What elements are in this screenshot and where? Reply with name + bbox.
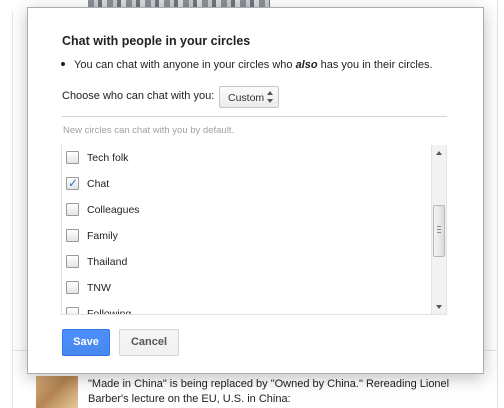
circle-checkbox[interactable] — [66, 307, 79, 314]
circles-scrollbar[interactable] — [431, 145, 446, 314]
grip-icon — [437, 226, 441, 234]
circle-label: Following — [87, 308, 132, 315]
save-button[interactable]: Save — [62, 329, 110, 356]
circle-checkbox[interactable] — [66, 229, 79, 242]
post-text: "Made in China" is being replaced by "Ow… — [88, 378, 450, 405]
avatar[interactable] — [36, 376, 78, 408]
bullet-text-start: You can chat with anyone in your circles… — [74, 59, 296, 71]
circle-label: Colleagues — [87, 204, 140, 216]
dialog-title: Chat with people in your circles — [62, 34, 251, 48]
circle-checkbox[interactable] — [66, 281, 79, 294]
scroll-down-icon[interactable] — [436, 305, 442, 309]
bullet-text-emphasis: also — [295, 59, 318, 71]
cancel-button[interactable]: Cancel — [119, 329, 179, 356]
info-bullet: You can chat with anyone in your circles… — [61, 59, 471, 71]
select-arrows-icon — [267, 91, 273, 103]
default-hint: New circles can chat with you by default… — [63, 125, 235, 136]
chat-permission-select-value: Custom — [228, 92, 265, 104]
chat-permission-label: Choose who can chat with you: — [62, 90, 215, 102]
circle-checkbox[interactable] — [66, 203, 79, 216]
circle-label: Chat — [87, 178, 110, 190]
circle-checkbox[interactable] — [66, 151, 79, 164]
chat-permission-select[interactable]: Custom — [219, 86, 279, 108]
bullet-text-end: has you in their circles. — [317, 59, 433, 71]
circle-label: TNW — [87, 282, 111, 294]
circle-checkbox[interactable] — [66, 255, 79, 268]
chat-settings-dialog: Chat with people in your circles You can… — [27, 7, 484, 374]
circle-checkbox-checked[interactable]: ✓ — [66, 176, 79, 190]
circle-label: Family — [87, 230, 118, 242]
background-divider-left — [12, 12, 13, 408]
scrollbar-thumb[interactable] — [433, 205, 445, 257]
checkmark-icon: ✓ — [68, 176, 79, 190]
background-divider-right — [497, 0, 498, 408]
circle-label: Tech folk — [87, 152, 129, 164]
section-divider — [62, 116, 447, 117]
circle-label: Thailand — [87, 256, 128, 268]
circles-list[interactable]: Tech folk ✓ Chat Colleagues Family Thail… — [61, 145, 447, 315]
bullet-icon — [61, 62, 65, 67]
scroll-up-icon[interactable] — [436, 151, 442, 155]
